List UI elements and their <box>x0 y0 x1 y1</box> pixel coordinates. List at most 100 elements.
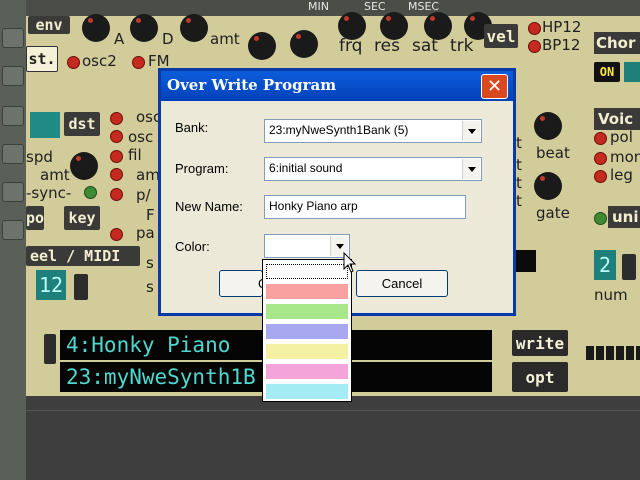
color-option-white[interactable] <box>266 264 348 279</box>
lfo-knob[interactable] <box>70 152 98 180</box>
beat-knob[interactable] <box>534 112 562 140</box>
lfo-amt-label: amt <box>40 166 70 184</box>
channel-spinner[interactable] <box>74 274 88 300</box>
color-option-cyan[interactable] <box>266 384 348 399</box>
am-label: am <box>136 166 160 184</box>
dark-slot-1 <box>516 250 536 272</box>
chevron-down-icon[interactable] <box>462 121 480 141</box>
bank-label: Bank: <box>175 120 209 135</box>
num-label: num <box>594 286 628 304</box>
sync-label: -sync- <box>26 184 72 202</box>
new-name-label: New Name: <box>175 199 243 214</box>
color-option-blue[interactable] <box>266 324 348 339</box>
voice-label: Voic <box>598 110 634 128</box>
pw-label: p/ <box>136 186 151 204</box>
beat-label: beat <box>536 144 570 162</box>
osc-led-1[interactable] <box>110 112 123 125</box>
chorus-on-button[interactable]: ON <box>594 62 620 82</box>
chorus-mode-button[interactable] <box>624 62 640 82</box>
midi-channel-display: 12 <box>36 270 66 300</box>
milliseconds-label: MSEC <box>408 0 440 13</box>
key-button[interactable]: key <box>64 206 100 230</box>
fil-led[interactable] <box>110 150 123 163</box>
note-icon[interactable] <box>2 106 24 126</box>
chorus-label: Chor <box>596 34 636 52</box>
bank-select-value: 23:myNweSynth1Bank (5) <box>269 123 409 137</box>
voice-header: Voic <box>594 108 640 130</box>
pa-label: pa <box>136 224 155 242</box>
program-select-value: 6:initial sound <box>269 161 343 175</box>
color-option-yellow[interactable] <box>266 344 348 359</box>
vel-button[interactable]: vel <box>484 24 518 48</box>
freq-knob[interactable] <box>290 30 318 58</box>
trk-label: trk <box>450 36 474 56</box>
folder-icon[interactable] <box>2 220 24 240</box>
s-label-1: s <box>146 254 154 272</box>
decay-knob[interactable] <box>130 14 158 42</box>
pa-led[interactable] <box>110 228 123 241</box>
s-label-2: s <box>146 278 154 296</box>
hp12-label: HP12 <box>542 18 582 36</box>
pw-knob[interactable] <box>248 32 276 60</box>
mono-led[interactable] <box>594 152 607 165</box>
bp12-label: BP12 <box>542 36 581 54</box>
color-option-pink[interactable] <box>266 364 348 379</box>
color-select[interactable] <box>264 234 350 258</box>
program-select[interactable]: 6:initial sound <box>264 157 482 181</box>
dialog-title: Over Write Program <box>167 76 337 94</box>
unison-led[interactable] <box>594 212 607 225</box>
lower-area <box>26 396 640 480</box>
minutes-label: MIN <box>308 0 329 13</box>
attack-label: A <box>114 30 125 48</box>
new-name-value: Honky Piano arp <box>269 199 358 213</box>
po-button[interactable]: po <box>26 206 44 230</box>
dst-button[interactable]: dst <box>64 112 100 136</box>
t-label-4: t <box>516 192 522 210</box>
legato-led[interactable] <box>594 170 607 183</box>
voices-spinner[interactable] <box>622 254 636 280</box>
monitor-icon[interactable] <box>2 182 24 202</box>
gate-knob[interactable] <box>534 172 562 200</box>
top-bar: MIN SEC MSEC <box>26 0 640 16</box>
osc-led-2[interactable] <box>110 130 123 143</box>
env-tab[interactable]: env <box>28 16 70 34</box>
cancel-button[interactable]: Cancel <box>356 270 448 297</box>
osc2-led[interactable] <box>67 56 80 69</box>
bp12-led[interactable] <box>528 40 541 53</box>
hp12-led[interactable] <box>528 22 541 35</box>
color-option-red[interactable] <box>266 284 348 299</box>
opt-button[interactable]: opt <box>512 362 568 392</box>
pw-led[interactable] <box>110 188 123 201</box>
tool-icon[interactable] <box>2 28 24 48</box>
amount-knob[interactable] <box>180 14 208 42</box>
spd-label: spd <box>26 148 53 166</box>
chorus-header: Chor <box>594 32 640 54</box>
ok-button[interactable]: O <box>219 270 268 297</box>
left-toolbar <box>0 0 26 480</box>
chevron-down-icon[interactable] <box>462 159 480 179</box>
f-label: F <box>146 206 155 224</box>
close-icon[interactable]: ✕ <box>481 74 508 99</box>
sync-led[interactable] <box>84 186 97 199</box>
poly-led[interactable] <box>594 132 607 145</box>
write-button[interactable]: write <box>512 330 568 356</box>
bank-select[interactable]: 23:myNweSynth1Bank (5) <box>264 119 482 143</box>
wave-button[interactable] <box>30 112 60 138</box>
st-button[interactable]: st. <box>26 46 58 72</box>
color-option-green[interactable] <box>266 304 348 319</box>
star-icon[interactable] <box>2 144 24 164</box>
osc-label-2: osc <box>128 128 154 146</box>
sat-label: sat <box>412 36 438 56</box>
fm-led[interactable] <box>132 56 145 69</box>
t-label-3: t <box>516 174 522 192</box>
res-label: res <box>374 36 400 56</box>
seconds-label: SEC <box>364 0 386 13</box>
prev-program-button[interactable] <box>44 334 56 364</box>
color-dropdown-list <box>262 259 352 402</box>
amount-label: amt <box>210 30 240 48</box>
new-name-input[interactable]: Honky Piano arp <box>264 195 466 219</box>
attack-knob[interactable] <box>82 14 110 42</box>
headphones-icon[interactable] <box>2 66 24 86</box>
am-led[interactable] <box>110 168 123 181</box>
t-label-2: t <box>516 156 522 174</box>
